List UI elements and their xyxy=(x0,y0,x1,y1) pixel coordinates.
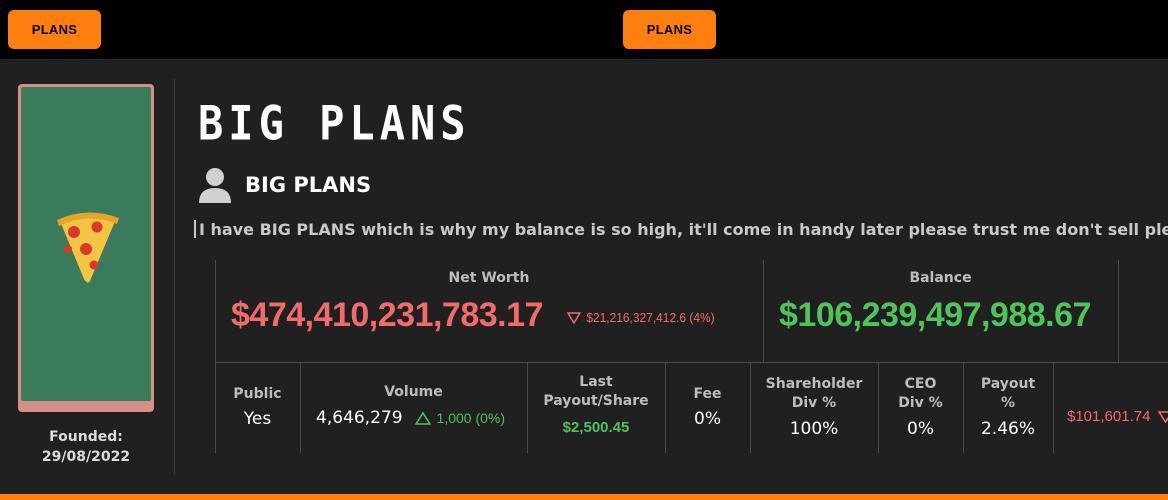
founded-label: Founded: xyxy=(49,429,123,445)
volume-label: Volume xyxy=(384,384,443,400)
payout-label-line1: Payout xyxy=(980,376,1036,392)
fee-value: 0% xyxy=(694,409,721,429)
triangle-down-icon xyxy=(1158,410,1168,423)
plans-button-left[interactable]: PLANS xyxy=(8,10,101,49)
price-cell: P $101,601.74 xyxy=(1053,362,1168,453)
shareholder-div-cell: Shareholder Div % 100% xyxy=(750,362,878,453)
company-logo xyxy=(18,84,154,412)
last-payout-value: $2,500.45 xyxy=(562,419,630,436)
price-row: $101,601.74 xyxy=(1067,408,1168,425)
pizza-slice-icon xyxy=(57,212,119,283)
balance-value: $106,239,497,988.67 xyxy=(779,296,1091,334)
net-worth-value: $474,410,231,783.17 xyxy=(231,296,543,334)
fee-cell: Fee 0% xyxy=(665,362,750,453)
volume-cell: Volume 4,646,279 1,000 (0%) xyxy=(300,362,527,453)
ceo-div-label-line1: CEO xyxy=(904,376,937,392)
company-description: I have BIG PLANS which is why my balance… xyxy=(194,220,1168,239)
last-payout-cell: Last Payout/Share $2,500.45 xyxy=(527,362,665,453)
triangle-down-icon xyxy=(567,311,581,324)
last-payout-label-line1: Last xyxy=(579,374,613,390)
bottom-accent-line xyxy=(0,494,1168,500)
ceo-div-label-line2: Div % xyxy=(898,395,943,411)
public-value: Yes xyxy=(243,409,272,429)
net-worth-label: Net Worth xyxy=(448,270,530,286)
divider xyxy=(174,79,175,474)
volume-value: 4,646,279 xyxy=(316,408,403,428)
volume-row: 4,646,279 1,000 (0%) xyxy=(316,408,505,428)
top-bar: PLANS PLANS xyxy=(0,0,1168,59)
founded-info: Founded: 29/08/2022 xyxy=(18,427,154,467)
net-worth-change-text: $21,216,327,412.6 (4%) xyxy=(586,310,715,325)
description-text: I have BIG PLANS which is why my balance… xyxy=(199,220,1168,239)
price-value: $101,601.74 xyxy=(1067,408,1151,425)
owner-row[interactable]: BIG PLANS xyxy=(197,165,371,205)
company-panel: Founded: 29/08/2022 BIG PLANS BIG PLANS … xyxy=(0,59,1168,494)
net-worth-change: $21,216,327,412.6 (4%) xyxy=(567,310,715,325)
shareholder-div-label-line1: Shareholder xyxy=(765,376,863,392)
last-payout-label-line2: Payout/Share xyxy=(543,393,649,409)
grid-line xyxy=(1118,260,1119,362)
payout-label-line2: % xyxy=(1000,395,1016,411)
volume-change: 1,000 (0%) xyxy=(436,410,506,426)
user-icon xyxy=(199,168,231,203)
fee-label: Fee xyxy=(693,386,722,402)
ceo-div-value: 0% xyxy=(907,419,934,439)
public-label: Public xyxy=(233,386,282,402)
logo-background xyxy=(21,87,151,401)
company-title: BIG PLANS xyxy=(198,96,471,151)
triangle-up-icon xyxy=(414,411,431,425)
payout-cell: Payout % 2.46% xyxy=(963,362,1053,453)
payout-value: 2.46% xyxy=(980,419,1035,439)
shareholder-div-label-line2: Div % xyxy=(791,395,837,411)
stats-grid: Net Worth $474,410,231,783.17 $21,216,32… xyxy=(215,260,1168,453)
text-caret xyxy=(194,220,196,238)
balance-label: Balance xyxy=(909,270,972,286)
ceo-div-cell: CEO Div % 0% xyxy=(878,362,963,453)
shareholder-div-value: 100% xyxy=(789,419,839,439)
founded-date: 29/08/2022 xyxy=(41,449,131,465)
plans-button-center[interactable]: PLANS xyxy=(623,10,716,49)
public-cell: Public Yes xyxy=(215,362,300,453)
owner-name: BIG PLANS xyxy=(245,173,372,197)
